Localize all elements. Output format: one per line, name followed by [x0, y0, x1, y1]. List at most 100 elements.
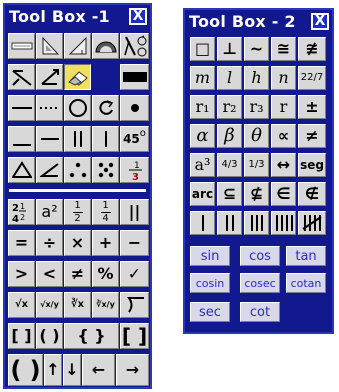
element-of-tool[interactable]: ∈ — [271, 182, 296, 206]
cbrt-fraction-tool[interactable]: ∛x/y — [92, 292, 119, 318]
r1-tool[interactable]: r₁ — [190, 95, 215, 119]
subset-tool[interactable]: ⊆ — [217, 182, 242, 206]
arrow-right-tool[interactable]: → — [116, 354, 149, 386]
degree-tool[interactable]: 45 o — [120, 126, 149, 152]
toolbox-2-titlebar[interactable]: Tool Box - 2 X — [185, 10, 332, 34]
pi-fraction-tool[interactable]: 22/7 — [298, 66, 326, 90]
not-equal-tool[interactable]: ≠ — [64, 261, 91, 287]
toolbox-2-close-button[interactable]: X — [311, 13, 329, 30]
tan-button[interactable]: tan — [286, 246, 326, 266]
plus-tool[interactable]: + — [92, 230, 119, 256]
square-bracket-tool[interactable]: [ ] — [8, 323, 35, 349]
angle-mark-tool[interactable] — [36, 157, 63, 183]
triangle-ruler-tool[interactable] — [36, 33, 63, 59]
r2-tool[interactable]: r₂ — [217, 95, 242, 119]
square-symbol-tool[interactable]: □ — [190, 37, 215, 61]
tally-5-tool[interactable] — [298, 211, 326, 235]
large-square-bracket-tool[interactable]: [ ] — [120, 323, 149, 349]
percent-tool[interactable]: % — [92, 261, 119, 287]
circle-tool[interactable] — [64, 95, 91, 121]
similar-tool[interactable]: ~ — [244, 37, 269, 61]
long-division-tool[interactable] — [120, 292, 149, 318]
toolbox-1-close-button[interactable]: X — [129, 8, 147, 25]
sin-button[interactable]: sin — [190, 246, 230, 266]
line-segment-tool[interactable] — [8, 33, 35, 59]
proportional-tool[interactable]: ∝ — [271, 124, 296, 148]
set-square-tool[interactable] — [64, 33, 91, 59]
theta-tool[interactable]: θ — [244, 124, 269, 148]
eraser-tool[interactable] — [64, 64, 91, 90]
sqrt-tool[interactable]: √x — [8, 292, 35, 318]
ray-tool[interactable] — [36, 64, 63, 90]
less-tool[interactable]: < — [36, 261, 63, 287]
fraction-third-tool[interactable]: 13 — [120, 157, 149, 183]
fill-rect-tool[interactable] — [120, 64, 149, 90]
segment-tool[interactable]: seg — [298, 153, 326, 177]
rotate-tool[interactable] — [92, 95, 119, 121]
var-l-tool[interactable]: l — [217, 66, 242, 90]
triangle-tool[interactable] — [8, 157, 35, 183]
large-paren-tool[interactable]: ( ) — [8, 354, 43, 386]
arrow-up-tool[interactable]: ↑ — [44, 354, 62, 386]
cotan-button[interactable]: cotan — [286, 273, 326, 293]
double-arrow-tool[interactable]: ↔ — [271, 153, 296, 177]
angle-tool[interactable] — [8, 64, 35, 90]
tally-4-tool[interactable] — [271, 211, 296, 235]
cos-button[interactable]: cos — [240, 246, 280, 266]
not-equal-2-tool[interactable]: ≠ — [298, 124, 326, 148]
square-tool[interactable]: a² — [36, 199, 63, 225]
cube-tool[interactable]: a³ — [190, 153, 215, 177]
times-tool[interactable]: × — [64, 230, 91, 256]
alpha-tool[interactable]: α — [190, 124, 215, 148]
arc-tool[interactable]: arc — [190, 182, 215, 206]
not-element-of-tool[interactable]: ∉ — [298, 182, 326, 206]
tally-3-tool[interactable] — [244, 211, 269, 235]
congruent-tool[interactable]: ≅ — [271, 37, 296, 61]
perpendicular-tool[interactable]: ⊥ — [217, 37, 242, 61]
sec-button[interactable]: sec — [190, 302, 230, 322]
parallel-tool[interactable]: || — [120, 199, 149, 225]
tally-1-tool[interactable] — [190, 211, 215, 235]
point-tool[interactable] — [120, 95, 149, 121]
tally-2-tool[interactable] — [217, 211, 242, 235]
dotted-line-tool[interactable] — [36, 95, 63, 121]
double-bar-tool[interactable] — [64, 126, 91, 152]
r-tool[interactable]: r — [271, 95, 296, 119]
equals-tool[interactable]: = — [8, 230, 35, 256]
horizontal-line-tool[interactable] — [8, 95, 35, 121]
cosin-button[interactable]: cosin — [190, 273, 230, 293]
minus-tool[interactable]: − — [120, 230, 149, 256]
cosec-button[interactable]: cosec — [240, 273, 280, 293]
toolbox-1-titlebar[interactable]: Tool Box -1 X — [5, 5, 150, 29]
beta-tool[interactable]: β — [217, 124, 242, 148]
plus-minus-tool[interactable]: ± — [298, 95, 326, 119]
vertical-bar-tool[interactable] — [92, 126, 119, 152]
underline-tool[interactable] — [8, 126, 35, 152]
var-m-tool[interactable]: m — [190, 66, 215, 90]
arrow-left-tool[interactable]: ← — [82, 354, 115, 386]
quarter-fraction-tool[interactable]: 1 4 — [92, 199, 119, 225]
mixed-fraction-tool[interactable]: 2142 — [8, 199, 35, 225]
not-subset-tool[interactable]: ⊈ — [244, 182, 269, 206]
sqrt-fraction-tool[interactable]: √x/y — [36, 292, 63, 318]
round-bracket-tool[interactable]: ( ) — [36, 323, 63, 349]
dash-line-tool[interactable] — [36, 126, 63, 152]
protractor-tool[interactable] — [92, 33, 119, 59]
r3-tool[interactable]: r₃ — [244, 95, 269, 119]
dots-square-tool[interactable] — [92, 157, 119, 183]
curly-bracket-tool[interactable]: { } — [64, 323, 119, 349]
one-third-tool[interactable]: 1/3 — [244, 153, 269, 177]
dots-triangle-tool[interactable] — [64, 157, 91, 183]
four-thirds-tool[interactable]: 4/3 — [217, 153, 242, 177]
var-n-tool[interactable]: n — [271, 66, 296, 90]
half-fraction-tool[interactable]: 1 2 — [64, 199, 91, 225]
check-tool[interactable]: ✓ — [120, 261, 149, 287]
var-h-tool[interactable]: h — [244, 66, 269, 90]
cbrt-tool[interactable]: ∛x — [64, 292, 91, 318]
cot-button[interactable]: cot — [240, 302, 280, 322]
greater-tool[interactable]: > — [8, 261, 35, 287]
arrow-down-tool[interactable]: ↓ — [63, 354, 81, 386]
not-congruent-tool[interactable]: ≇ — [298, 37, 326, 61]
divide-tool[interactable]: ÷ — [36, 230, 63, 256]
compass-tool[interactable] — [120, 33, 149, 59]
